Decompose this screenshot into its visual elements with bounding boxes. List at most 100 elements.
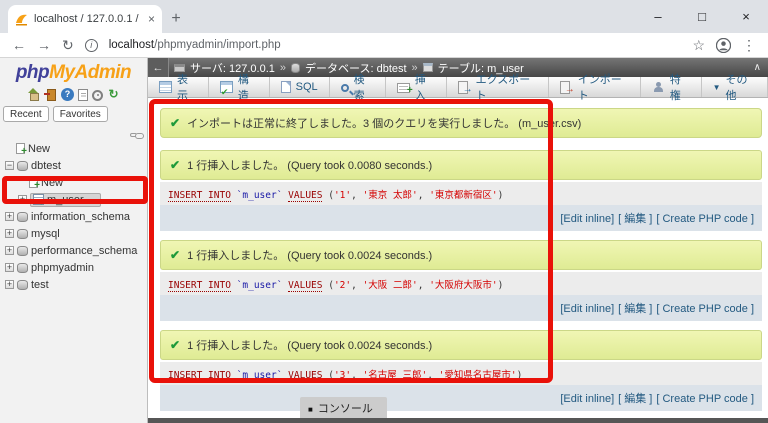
expander-icon[interactable]: + [5, 263, 14, 272]
overflow-menu-icon[interactable]: ⋮ [742, 37, 756, 54]
edit-inline-link[interactable]: [Edit inline] [560, 213, 614, 225]
sql-statement: INSERT INTO `m_user` VALUES ('3', '名古屋 三… [160, 362, 762, 385]
reload-icon[interactable]: ↻ [62, 37, 74, 54]
sidebar-item-performance_schema[interactable]: + performance_schema [5, 242, 147, 259]
tab-insert[interactable]: 挿入 [386, 74, 447, 102]
edit-inline-link[interactable]: [Edit inline] [560, 303, 614, 315]
export-tab-icon [457, 81, 473, 95]
tab-import[interactable]: インポート [549, 74, 641, 102]
navigation-sidebar: phpMyAdmin ? ↻ Recent Favorites New − db… [0, 58, 148, 423]
query-action-links: [Edit inline] [ 編集 ] [ Create PHP code ] [160, 385, 762, 411]
expander-icon[interactable]: + [5, 212, 14, 221]
breadcrumb-server[interactable]: サーバ: 127.0.0.1 [190, 60, 275, 76]
sidebar-item-phpmyadmin[interactable]: + phpmyadmin [5, 259, 147, 276]
expander-icon[interactable]: + [18, 195, 27, 204]
check-icon: ✔ [170, 248, 181, 262]
tab-priv[interactable]: 特権 [641, 74, 702, 102]
expander-icon[interactable]: + [5, 229, 14, 238]
documentation-icon[interactable] [78, 89, 88, 101]
check-icon: ✔ [170, 338, 181, 352]
tab-more[interactable]: ▼ その他 [702, 74, 768, 102]
create-php-code-link[interactable]: [ Create PHP code ] [656, 393, 754, 405]
tree-item-label: phpmyadmin [31, 261, 94, 274]
sidebar-item-information_schema[interactable]: + information_schema [5, 208, 147, 225]
edit-inline-link[interactable]: [Edit inline] [560, 393, 614, 405]
expander-icon[interactable]: + [5, 246, 14, 255]
edit-link[interactable]: [ 編集 ] [618, 393, 652, 405]
insert-success-message: ✔ 1 行挿入しました。 (Query took 0.0080 seconds.… [160, 150, 762, 180]
tab-label: SQL [295, 81, 318, 93]
page-info-icon[interactable]: i [84, 38, 98, 52]
create-php-code-link[interactable]: [ Create PHP code ] [656, 213, 754, 225]
console-bar[interactable] [148, 418, 768, 423]
database-icon [17, 212, 28, 222]
tab-browse[interactable]: 表示 [148, 74, 209, 102]
query-result-block: ✔ 1 行挿入しました。 (Query took 0.0080 seconds.… [160, 150, 762, 231]
import-tab-icon [559, 81, 575, 95]
recent-button[interactable]: Recent [3, 106, 49, 122]
sidebar-item-test[interactable]: + test [5, 276, 147, 293]
favorites-button[interactable]: Favorites [52, 106, 108, 122]
tab-structure[interactable]: 構造 [209, 74, 270, 102]
database-icon [17, 229, 28, 239]
insert-tab-icon [396, 82, 413, 96]
check-icon: ✔ [170, 158, 181, 172]
database-icon [291, 62, 301, 73]
insert-success-text: 1 行挿入しました。 (Query took 0.0024 seconds.) [187, 250, 433, 262]
main-panel: ← サーバ: 127.0.0.1 » データベース: dbtest » テーブル… [148, 58, 768, 423]
check-icon: ✔ [170, 116, 181, 130]
tree-item-label: New [28, 142, 51, 155]
help-icon[interactable]: ? [61, 88, 74, 101]
tab-close-icon[interactable]: × [148, 12, 155, 26]
tab-export[interactable]: エクスポート [447, 74, 549, 102]
bookmark-star-icon[interactable]: ☆ [692, 37, 705, 54]
sidebar-item-m_user[interactable]: + m_user [18, 191, 147, 208]
insert-success-message: ✔ 1 行挿入しました。 (Query took 0.0024 seconds.… [160, 240, 762, 270]
logo-myadmin-text: MyAdmin [49, 62, 132, 83]
edit-link[interactable]: [ 編集 ] [618, 303, 652, 315]
database-icon [17, 263, 28, 273]
link-with-main-panel-icon[interactable] [130, 133, 144, 139]
hide-navigation-icon[interactable]: ← [148, 58, 169, 77]
insert-success-text: 1 行挿入しました。 (Query took 0.0024 seconds.) [187, 340, 433, 352]
maximize-button[interactable]: □ [680, 0, 724, 33]
minimize-button[interactable]: – [636, 0, 680, 33]
settings-icon[interactable] [92, 89, 103, 101]
sql-statement: INSERT INTO `m_user` VALUES ('2', '大阪 二郎… [160, 272, 762, 295]
phpmyadmin-logo[interactable]: phpMyAdmin [0, 58, 147, 84]
close-button[interactable]: × [724, 0, 768, 33]
window-controls: – □ × [636, 0, 768, 33]
create-php-code-link[interactable]: [ Create PHP code ] [656, 303, 754, 315]
console-icon: ■ [308, 405, 313, 414]
insert-success-text: 1 行挿入しました。 (Query took 0.0080 seconds.) [187, 160, 433, 172]
tree-item-label: m_user [47, 193, 84, 206]
url-field[interactable]: localhost/phpmyadmin/import.php [109, 39, 682, 51]
tree-item-label: test [31, 278, 49, 291]
tab-sql[interactable]: SQL [270, 77, 330, 97]
edit-link[interactable]: [ 編集 ] [618, 213, 652, 225]
console-toggle[interactable]: ■ コンソール [300, 397, 387, 418]
sidebar-item-new[interactable]: New [16, 140, 147, 157]
tab-search[interactable]: 検索 [330, 74, 386, 102]
home-icon[interactable] [27, 88, 40, 101]
query-action-links: [Edit inline] [ 編集 ] [ Create PHP code ] [160, 205, 762, 231]
expander-icon[interactable]: + [5, 280, 14, 289]
sidebar-item-new[interactable]: New [29, 174, 147, 191]
tree-item-label: dbtest [31, 159, 61, 172]
expander-icon[interactable]: − [5, 161, 14, 170]
new-tab-button[interactable]: + [162, 5, 190, 33]
sidebar-item-mysql[interactable]: + mysql [5, 225, 147, 242]
sidebar-item-dbtest[interactable]: − dbtest [5, 157, 147, 174]
profile-avatar-icon[interactable] [716, 37, 731, 53]
back-icon[interactable]: ← [12, 37, 26, 53]
forward-icon[interactable]: → [37, 37, 51, 53]
query-results: ✔ 1 行挿入しました。 (Query took 0.0080 seconds.… [160, 150, 762, 411]
browser-tab[interactable]: localhost / 127.0.0.1 / dbtest / m_ × [8, 5, 162, 33]
quick-access-buttons: Recent Favorites [0, 104, 147, 124]
reload-navigation-icon[interactable]: ↻ [107, 88, 120, 101]
phpmyadmin-favicon-icon [16, 14, 27, 25]
database-icon [17, 161, 28, 171]
logout-icon[interactable] [44, 88, 57, 101]
database-icon [17, 280, 28, 290]
database-icon [17, 246, 28, 256]
